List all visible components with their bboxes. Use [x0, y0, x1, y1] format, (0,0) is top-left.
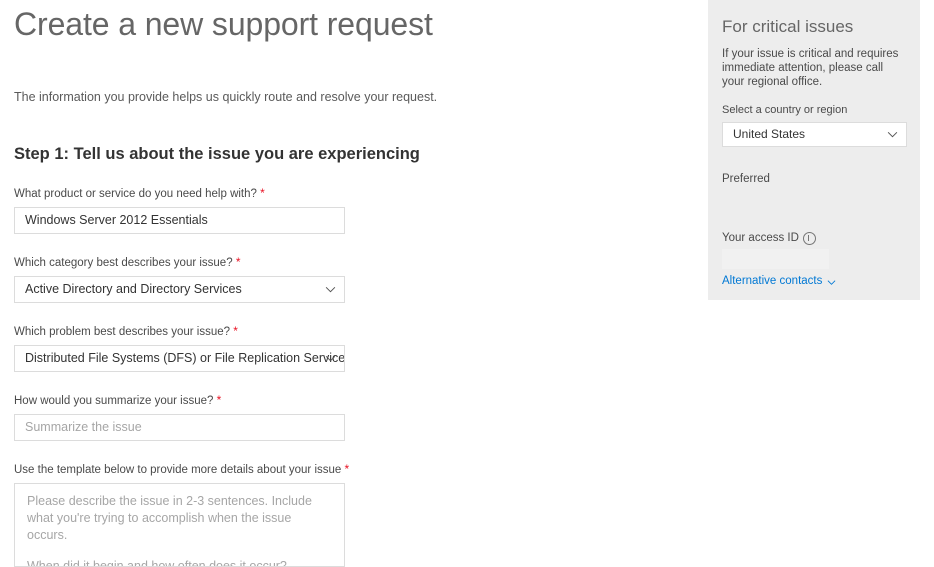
required-asterisk: * [345, 462, 350, 476]
details-placeholder-line-1: Please describe the issue in 2-3 sentenc… [27, 493, 332, 544]
field-label-summary: How would you summarize your issue? * [14, 394, 694, 408]
panel-title: For critical issues [722, 12, 906, 39]
product-service-value: Windows Server 2012 Essentials [15, 208, 344, 233]
panel-description: If your issue is critical and requires i… [722, 47, 906, 89]
category-value: Active Directory and Directory Services [15, 277, 344, 302]
country-value: United States [723, 123, 906, 146]
preferred-label: Preferred [722, 172, 906, 186]
summary-placeholder: Summarize the issue [15, 415, 344, 440]
field-label-product-service: What product or service do you need help… [14, 187, 694, 201]
field-label-category: Which category best describes your issue… [14, 256, 694, 270]
access-id-label-text: Your access ID [722, 231, 799, 245]
access-id-label: Your access ID [722, 231, 906, 245]
access-id-input[interactable] [722, 249, 829, 269]
intro-text: The information you provide helps us qui… [14, 46, 694, 105]
main-content: Create a new support request The informa… [14, 0, 694, 567]
label-text: How would you summarize your issue? [14, 395, 213, 407]
field-label-problem: Which problem best describes your issue?… [14, 325, 694, 339]
summary-input[interactable]: Summarize the issue [14, 414, 345, 441]
required-asterisk: * [236, 255, 241, 269]
label-text: What product or service do you need help… [14, 188, 257, 200]
label-text: Which category best describes your issue… [14, 257, 233, 269]
country-select[interactable]: United States [722, 122, 907, 147]
field-summary: How would you summarize your issue? * Su… [14, 372, 694, 441]
step-1-heading: Step 1: Tell us about the issue you are … [14, 105, 694, 165]
problem-value: Distributed File Systems (DFS) or File R… [15, 346, 344, 371]
required-asterisk: * [260, 186, 265, 200]
label-text: Use the template below to provide more d… [14, 464, 341, 476]
problem-select[interactable]: Distributed File Systems (DFS) or File R… [14, 345, 345, 372]
product-service-input[interactable]: Windows Server 2012 Essentials [14, 207, 345, 234]
details-textarea[interactable]: Please describe the issue in 2-3 sentenc… [14, 483, 345, 567]
field-details: Use the template below to provide more d… [14, 441, 694, 567]
label-text: Which problem best describes your issue? [14, 326, 230, 338]
alternative-contacts-label: Alternative contacts [722, 274, 822, 288]
info-circle-icon[interactable] [803, 232, 816, 245]
category-select[interactable]: Active Directory and Directory Services [14, 276, 345, 303]
alternative-contacts-link[interactable]: Alternative contacts [722, 274, 836, 288]
required-asterisk: * [217, 393, 222, 407]
critical-issues-panel: For critical issues If your issue is cri… [708, 0, 920, 300]
country-select-label: Select a country or region [722, 103, 906, 117]
required-asterisk: * [233, 324, 238, 338]
details-placeholder-line-2: When did it begin and how often does it … [27, 558, 332, 567]
field-label-details: Use the template below to provide more d… [14, 463, 694, 477]
field-category: Which category best describes your issue… [14, 234, 694, 303]
chevron-down-icon [827, 277, 836, 286]
field-problem: Which problem best describes your issue?… [14, 303, 694, 372]
field-product-service: What product or service do you need help… [14, 165, 694, 234]
page-title: Create a new support request [14, 0, 694, 46]
